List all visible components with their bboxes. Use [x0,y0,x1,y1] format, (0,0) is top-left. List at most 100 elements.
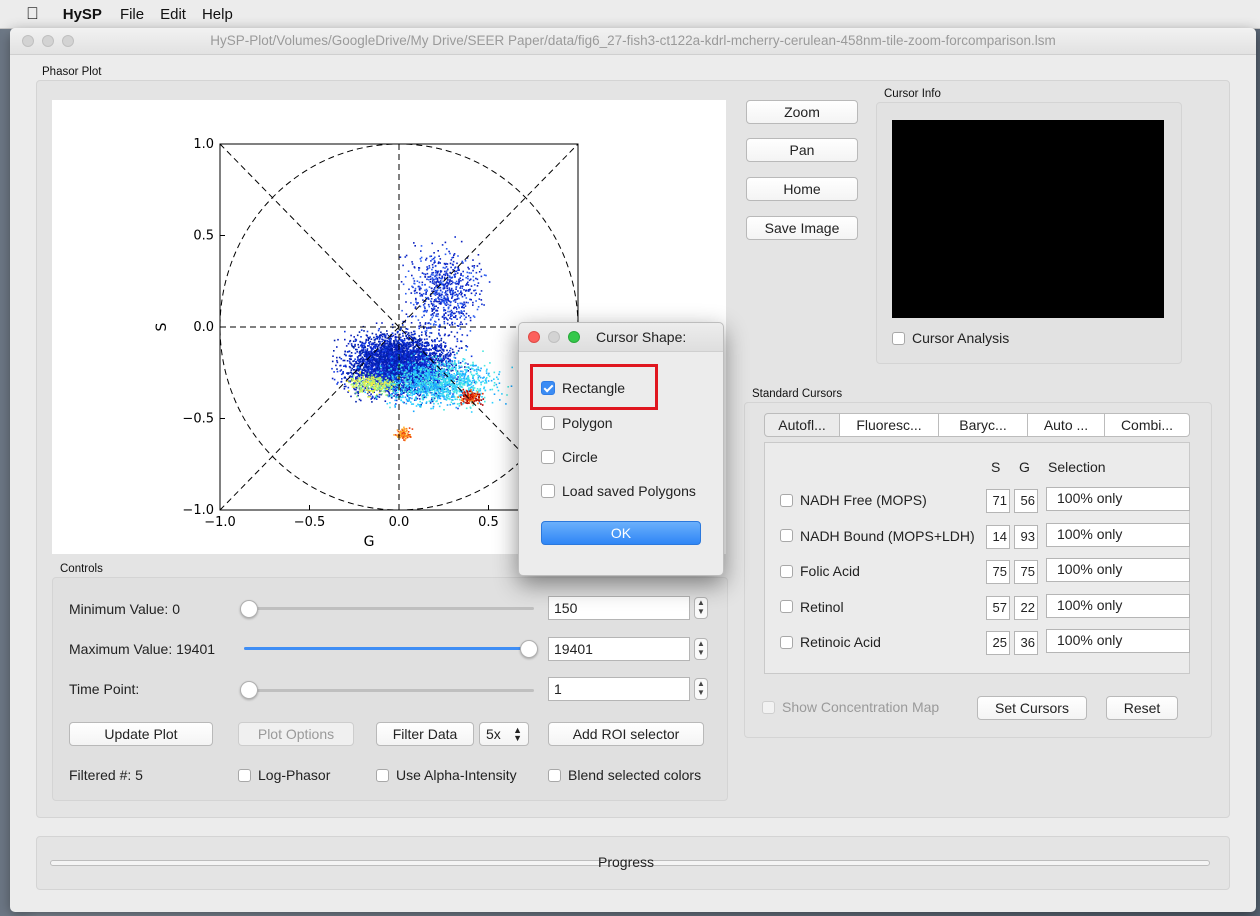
cursor-row-g-value[interactable]: 56 [1014,489,1038,513]
window-titlebar: HySP-Plot/Volumes/GoogleDrive/My Drive/S… [10,28,1256,55]
cursor-row-g-value[interactable]: 36 [1014,631,1038,655]
filter-data-button[interactable]: Filter Data [376,722,474,746]
cursor-row-checkbox[interactable]: NADH Free (MOPS) [780,492,927,508]
cursor-row-g-value[interactable]: 93 [1014,524,1038,549]
blend-selected-colors-box[interactable] [548,768,561,782]
blend-selected-colors-label: Blend selected colors [568,767,702,783]
menu-edit[interactable]: Edit [160,6,186,23]
reset-button[interactable]: Reset [1106,696,1178,720]
menu-help[interactable]: Help [202,6,233,23]
show-concentration-map-box[interactable] [762,700,775,714]
cursor-row-s-value[interactable]: 75 [986,560,1010,584]
maximum-slider-fill [244,647,534,650]
maximum-value-label: Maximum Value: 19401 [69,641,216,657]
cursor-row-box[interactable] [780,529,793,542]
circle-option[interactable]: Circle [541,449,598,465]
show-concentration-map-label: Show Concentration Map [782,699,940,715]
cursor-analysis-box[interactable] [892,331,905,345]
time-slider-track[interactable] [244,689,534,692]
cursor-row-s-value[interactable]: 71 [986,489,1010,513]
tab-autofluorescence[interactable]: Autofl... [764,413,840,437]
use-alpha-intensity-box[interactable] [376,768,389,782]
update-plot-button[interactable]: Update Plot [69,722,213,746]
blend-selected-colors-checkbox[interactable]: Blend selected colors [548,767,701,783]
standard-cursors-tabbar: Autofl... Fluoresc... Baryc... Auto ... … [764,413,1190,437]
add-roi-selector-button[interactable]: Add ROI selector [548,722,704,746]
dialog-zoom-button[interactable] [568,331,580,343]
cursor-row-selection[interactable]: 100% only [1046,558,1190,582]
dialog-close-button[interactable] [528,331,540,343]
cursor-row-selection[interactable]: 100% only [1046,593,1190,618]
cursor-row-checkbox[interactable]: NADH Bound (MOPS+LDH) [780,528,975,544]
maximum-value-input[interactable]: 19401 [548,637,690,661]
load-saved-polygons-checkbox[interactable] [541,484,555,498]
minimum-value-label: Minimum Value: 0 [69,601,181,617]
cursor-row-g-value[interactable]: 75 [1014,560,1038,584]
minimum-slider-track[interactable] [244,607,534,610]
cursor-analysis-checkbox[interactable]: Cursor Analysis [892,330,1009,346]
maximum-slider-handle[interactable] [520,640,538,658]
save-image-button[interactable]: Save Image [746,216,858,240]
cursor-row-selection[interactable]: 100% only [1046,522,1190,547]
cursor-row-g-value[interactable]: 22 [1014,595,1038,620]
minimum-value-input[interactable]: 150 [548,596,690,620]
time-slider-handle[interactable] [240,681,258,699]
home-button[interactable]: Home [746,177,858,201]
time-point-label: Time Point: [69,681,140,697]
log-phasor-checkbox[interactable]: Log-Phasor [238,767,330,783]
load-saved-polygons-option[interactable]: Load saved Polygons [541,483,696,499]
cursor-row-s-value[interactable]: 57 [986,595,1010,620]
cursor-row-s-value[interactable]: 25 [986,631,1010,655]
polygon-label: Polygon [562,415,613,431]
set-cursors-button[interactable]: Set Cursors [977,696,1087,720]
cursor-row-name: Retinoic Acid [800,634,881,650]
tab-fluorescent[interactable]: Fluoresc... [839,413,939,437]
minimum-value-stepper[interactable]: ▲ ▼ [694,597,708,619]
cursor-row-box[interactable] [780,564,793,578]
tab-combined[interactable]: Combi... [1104,413,1190,437]
plot-options-button[interactable]: Plot Options [238,722,354,746]
cursor-row-checkbox[interactable]: Retinoic Acid [780,634,881,650]
y-tick-label: 0.5 [193,229,214,244]
cursor-row-s-value[interactable]: 14 [986,524,1010,549]
polygon-checkbox[interactable] [541,416,555,430]
pan-button[interactable]: Pan [746,138,858,162]
tab-barycentric[interactable]: Baryc... [938,413,1028,437]
cursor-row-box[interactable] [780,600,793,613]
minimum-slider-handle[interactable] [240,600,258,618]
rectangle-highlight-annotation [530,364,658,410]
cursor-info-display [892,120,1164,318]
apple-icon[interactable]:  [26,4,39,24]
filter-factor-select[interactable]: 5x ▲ ▼ [479,722,529,746]
controls-group-label: Controls [60,563,103,575]
show-concentration-map-checkbox[interactable]: Show Concentration Map [762,699,939,715]
cursor-row-checkbox[interactable]: Folic Acid [780,563,860,579]
circle-checkbox[interactable] [541,450,555,464]
tab-auto[interactable]: Auto ... [1027,413,1105,437]
cursor-row-selection[interactable]: 100% only [1046,487,1190,511]
column-header-s: S [991,459,1001,475]
log-phasor-box[interactable] [238,768,251,782]
dialog-minimize-button[interactable] [548,331,560,343]
zoom-button[interactable]: Zoom [746,100,858,124]
y-tick-label: 1.0 [193,137,214,152]
menu-file[interactable]: File [120,6,144,23]
cursor-shape-dialog: Cursor Shape: Rectangle Polygon Circle L… [518,322,724,576]
menu-app-name[interactable]: HySP [63,6,102,23]
cursor-row-checkbox[interactable]: Retinol [780,599,844,615]
ok-button[interactable]: OK [541,521,701,545]
cursor-row-box[interactable] [780,635,793,649]
y-tick-label: 0.0 [193,320,214,335]
cursor-info-group-label: Cursor Info [884,88,941,100]
cursor-analysis-label: Cursor Analysis [912,330,1010,346]
density-cluster-orange [393,426,414,442]
cursor-row-selection[interactable]: 100% only [1046,629,1190,653]
time-point-input[interactable]: 1 [548,677,690,701]
polygon-option[interactable]: Polygon [541,415,613,431]
use-alpha-intensity-label: Use Alpha-Intensity [396,767,517,783]
use-alpha-intensity-checkbox[interactable]: Use Alpha-Intensity [376,767,517,783]
cursor-row-box[interactable] [780,493,793,507]
time-point-stepper[interactable]: ▲ ▼ [694,678,708,700]
filtered-count-label: Filtered #: 5 [69,767,143,783]
maximum-value-stepper[interactable]: ▲ ▼ [694,638,708,660]
